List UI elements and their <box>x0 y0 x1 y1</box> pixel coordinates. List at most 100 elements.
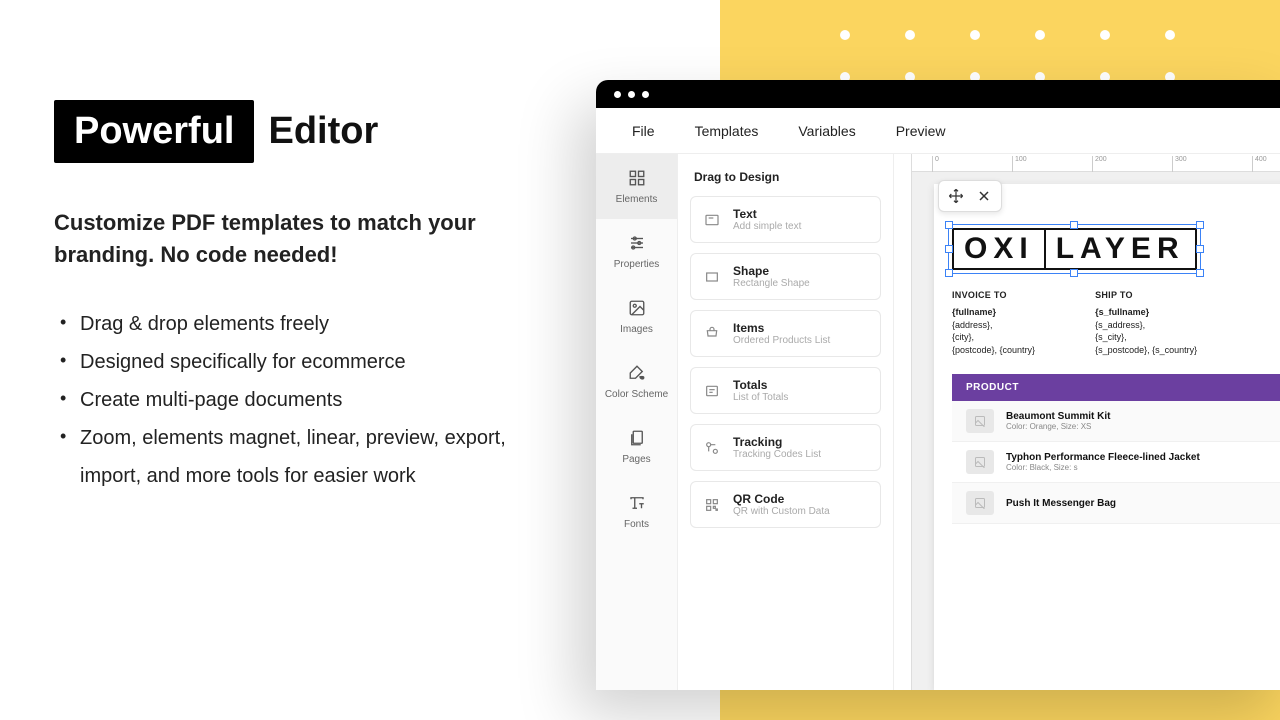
hero-subtitle: Customize PDF templates to match your br… <box>54 207 554 271</box>
sidebar-item-label: Pages <box>622 454 650 465</box>
sidebar-item-label: Color Scheme <box>605 389 668 400</box>
sidebar-item-properties[interactable]: Properties <box>596 219 677 284</box>
element-desc: Ordered Products List <box>733 335 830 346</box>
hero-title: Powerful Editor <box>54 100 554 163</box>
invoice-to-heading: INVOICE TO <box>952 290 1035 300</box>
window-titlebar <box>596 80 1280 108</box>
horizontal-ruler: 0 100 200 300 400 <box>912 154 1280 172</box>
text-icon <box>703 211 721 229</box>
hero-badge: Powerful <box>54 100 254 163</box>
menu-templates[interactable]: Templates <box>695 123 759 139</box>
feature-item: Zoom, elements magnet, linear, preview, … <box>54 419 554 495</box>
move-icon[interactable] <box>947 187 965 205</box>
element-shape[interactable]: ShapeRectangle Shape <box>690 253 881 300</box>
product-name: Beaumont Summit Kit <box>1006 411 1110 422</box>
address-section: INVOICE TO {fullname} {address}, {city},… <box>952 290 1280 356</box>
feature-item: Create multi-page documents <box>54 381 554 419</box>
decorative-dots <box>840 30 1175 40</box>
pages-icon <box>627 428 647 448</box>
element-text[interactable]: TextAdd simple text <box>690 196 881 243</box>
element-qr-code[interactable]: QR CodeQR with Custom Data <box>690 481 881 528</box>
element-desc: QR with Custom Data <box>733 506 830 517</box>
design-canvas[interactable]: 0 100 200 300 400 OXI <box>894 154 1280 690</box>
element-desc: List of Totals <box>733 392 788 403</box>
element-tracking[interactable]: TrackingTracking Codes List <box>690 424 881 471</box>
addr-line: {s_address}, <box>1095 319 1197 332</box>
element-name: QR Code <box>733 492 830 506</box>
resize-handle[interactable] <box>945 221 953 229</box>
menubar: File Templates Variables Preview <box>596 108 1280 154</box>
ship-to-heading: SHIP TO <box>1095 290 1197 300</box>
font-icon <box>627 493 647 513</box>
document-page[interactable]: OXILAYER INVOICE TO {fullname} {address}… <box>934 184 1280 690</box>
product-table[interactable]: Beaumont Summit KitColor: Orange, Size: … <box>952 401 1280 524</box>
resize-handle[interactable] <box>1196 221 1204 229</box>
element-desc: Rectangle Shape <box>733 278 810 289</box>
addr-line: {postcode}, {country} <box>952 344 1035 357</box>
product-thumbnail-icon <box>966 491 994 515</box>
sidebar-item-label: Properties <box>614 259 660 270</box>
resize-handle[interactable] <box>1196 245 1204 253</box>
product-table-header: PRODUCT <box>952 374 1280 401</box>
table-row[interactable]: Beaumont Summit KitColor: Orange, Size: … <box>952 401 1280 442</box>
addr-line: {city}, <box>952 331 1035 344</box>
selection-toolbar <box>938 180 1002 212</box>
resize-handle[interactable] <box>1070 269 1078 277</box>
addr-line: {s_fullname} <box>1095 306 1197 319</box>
element-desc: Tracking Codes List <box>733 449 821 460</box>
close-icon[interactable] <box>975 187 993 205</box>
element-totals[interactable]: TotalsList of Totals <box>690 367 881 414</box>
product-meta: Color: Orange, Size: XS <box>1006 422 1110 431</box>
sidebar-item-fonts[interactable]: Fonts <box>596 479 677 544</box>
product-thumbnail-icon <box>966 409 994 433</box>
resize-handle[interactable] <box>1070 221 1078 229</box>
selected-element[interactable]: OXILAYER <box>952 228 1197 270</box>
image-icon <box>627 298 647 318</box>
vertical-ruler <box>894 154 912 690</box>
ship-to-block[interactable]: SHIP TO {s_fullname} {s_address}, {s_cit… <box>1095 290 1197 356</box>
element-items[interactable]: ItemsOrdered Products List <box>690 310 881 357</box>
totals-icon <box>703 382 721 400</box>
addr-line: {fullname} <box>952 306 1035 319</box>
product-thumbnail-icon <box>966 450 994 474</box>
sidebar-item-elements[interactable]: Elements <box>596 154 677 219</box>
element-name: Shape <box>733 264 810 278</box>
table-row[interactable]: Push It Messenger Bag <box>952 483 1280 524</box>
feature-item: Designed specifically for ecommerce <box>54 343 554 381</box>
resize-handle[interactable] <box>945 245 953 253</box>
resize-handle[interactable] <box>945 269 953 277</box>
window-control-icon[interactable] <box>614 91 621 98</box>
sliders-icon <box>627 233 647 253</box>
menu-preview[interactable]: Preview <box>896 123 946 139</box>
paint-icon <box>627 363 647 383</box>
menu-file[interactable]: File <box>632 123 655 139</box>
editor-app-window: File Templates Variables Preview Element… <box>596 80 1280 690</box>
window-control-icon[interactable] <box>628 91 635 98</box>
invoice-to-block[interactable]: INVOICE TO {fullname} {address}, {city},… <box>952 290 1035 356</box>
hero-title-text: Editor <box>268 110 378 153</box>
sidebar-item-images[interactable]: Images <box>596 284 677 349</box>
sidebar-item-label: Fonts <box>624 519 649 530</box>
qr-icon <box>703 496 721 514</box>
sidebar-item-label: Elements <box>616 194 658 205</box>
menu-variables[interactable]: Variables <box>798 123 855 139</box>
sidebar-item-label: Images <box>620 324 653 335</box>
resize-handle[interactable] <box>1196 269 1204 277</box>
sidebar-item-color-scheme[interactable]: Color Scheme <box>596 349 677 414</box>
shape-icon <box>703 268 721 286</box>
addr-line: {address}, <box>952 319 1035 332</box>
element-name: Totals <box>733 378 788 392</box>
element-name: Tracking <box>733 435 821 449</box>
feature-item: Drag & drop elements freely <box>54 305 554 343</box>
window-control-icon[interactable] <box>642 91 649 98</box>
addr-line: {s_postcode}, {s_country} <box>1095 344 1197 357</box>
product-name: Typhon Performance Fleece-lined Jacket <box>1006 452 1200 463</box>
addr-line: {s_city}, <box>1095 331 1197 344</box>
cart-icon <box>703 325 721 343</box>
grid-icon <box>627 168 647 188</box>
panel-title: Drag to Design <box>690 170 881 184</box>
element-name: Items <box>733 321 830 335</box>
element-desc: Add simple text <box>733 221 801 232</box>
sidebar-item-pages[interactable]: Pages <box>596 414 677 479</box>
table-row[interactable]: Typhon Performance Fleece-lined JacketCo… <box>952 442 1280 483</box>
